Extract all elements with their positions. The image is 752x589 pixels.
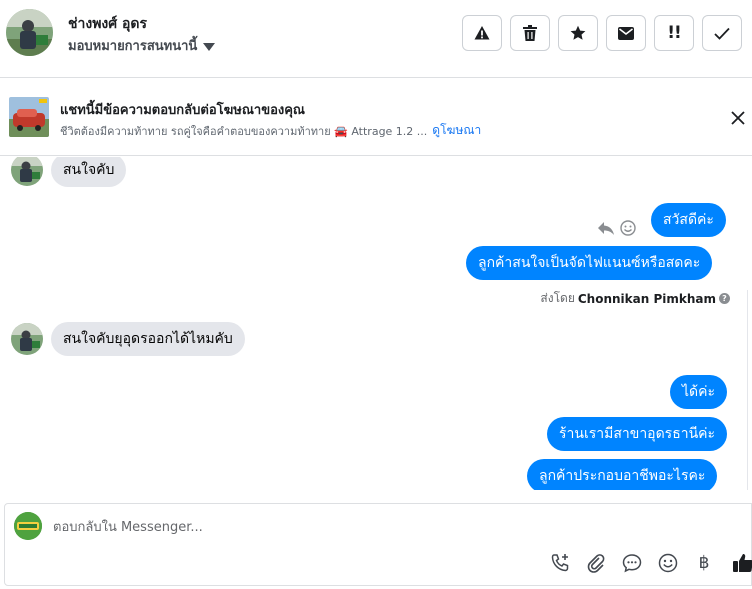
star-button[interactable] [558, 15, 598, 51]
assign-conversation[interactable]: มอบหมายการสนทนานี้ [68, 35, 216, 56]
help-icon[interactable]: ? [719, 293, 730, 304]
ad-thumbnail[interactable] [9, 97, 49, 137]
scrollbar[interactable] [747, 290, 752, 490]
header-actions: !! [462, 15, 742, 51]
attachment-icon[interactable] [585, 552, 607, 574]
page-avatar [14, 512, 42, 540]
message-bubble-outgoing[interactable]: ร้านเรามีสาขาอุดรธานีค่ะ [547, 417, 728, 451]
exclamation-icon: !! [667, 23, 681, 43]
sent-by-name[interactable]: Chonnikan Pimkham [578, 292, 716, 306]
ad-banner-subtitle-row: ชีวิตต้องมีความท้าทาย รถคู่ใจคือคำตอบของ… [60, 121, 481, 140]
trash-icon [523, 25, 537, 41]
contact-avatar[interactable] [6, 9, 53, 56]
reply-composer: ฿ [4, 503, 752, 586]
customer-avatar[interactable] [11, 323, 43, 355]
check-icon [714, 27, 730, 40]
reply-input[interactable] [53, 516, 653, 538]
ad-banner-title: แชทนี้มีข้อความตอบกลับต่อโฆษณาของคุณ [60, 103, 305, 118]
sent-by-label: ส่งโดย Chonnikan Pimkham ? [540, 289, 730, 308]
view-ad-link[interactable]: ดูโฆษณา [432, 121, 481, 140]
star-icon [570, 25, 586, 40]
close-icon[interactable] [730, 110, 746, 126]
message-thread[interactable]: สนใจคับ สวัสดีค่ะ ลูกค้าสนใจเป็นจัดไฟแนน… [0, 157, 752, 490]
currency-symbol: ฿ [698, 553, 710, 573]
emoji-icon[interactable] [657, 552, 679, 574]
ad-reply-banner: แชทนี้มีข้อความตอบกลับต่อโฆษณาของคุณ ชีว… [0, 78, 752, 156]
delete-button[interactable] [510, 15, 550, 51]
mark-unread-button[interactable] [606, 15, 646, 51]
message-tools [598, 220, 636, 236]
chevron-down-icon[interactable] [203, 42, 216, 51]
conversation-header: ช่างพงศ์ อุดร มอบหมายการสนทนานี้ !! [0, 0, 752, 78]
assign-label[interactable]: มอบหมายการสนทนานี้ [68, 35, 197, 56]
customer-avatar[interactable] [11, 157, 43, 186]
message-bubble-outgoing[interactable]: ได้ค่ะ [670, 375, 728, 409]
message-bubble-incoming[interactable]: สนใจคับ [51, 157, 127, 187]
mark-done-button[interactable] [702, 15, 742, 51]
ad-subtitle: ชีวิตต้องมีความท้าทาย รถคู่ใจคือคำตอบของ… [60, 124, 428, 138]
payment-icon[interactable]: ฿ [693, 552, 715, 574]
composer-tools: ฿ [549, 552, 715, 574]
warning-icon [474, 26, 490, 40]
saved-replies-icon[interactable] [621, 552, 643, 574]
message-bubble-outgoing[interactable]: ลูกค้าสนใจเป็นจัดไฟแนนซ์หรือสดคะ [466, 246, 713, 280]
envelope-icon [618, 26, 634, 40]
message-bubble-incoming[interactable]: สนใจคับยุอุดรออกได้ไหมคับ [51, 322, 245, 356]
message-bubble-outgoing[interactable]: ลูกค้าประกอบอาชีพอะไรคะ [527, 459, 718, 490]
sent-by-prefix: ส่งโดย [540, 291, 575, 305]
emoji-react-icon[interactable] [620, 220, 636, 236]
contact-name[interactable]: ช่างพงศ์ อุดร [68, 13, 147, 35]
follow-up-button[interactable]: !! [654, 15, 694, 51]
mark-spam-button[interactable] [462, 15, 502, 51]
call-add-icon[interactable] [549, 552, 571, 574]
reply-icon[interactable] [598, 221, 614, 235]
message-bubble-outgoing[interactable]: สวัสดีค่ะ [651, 203, 726, 237]
thumbs-up-icon[interactable] [732, 552, 752, 574]
